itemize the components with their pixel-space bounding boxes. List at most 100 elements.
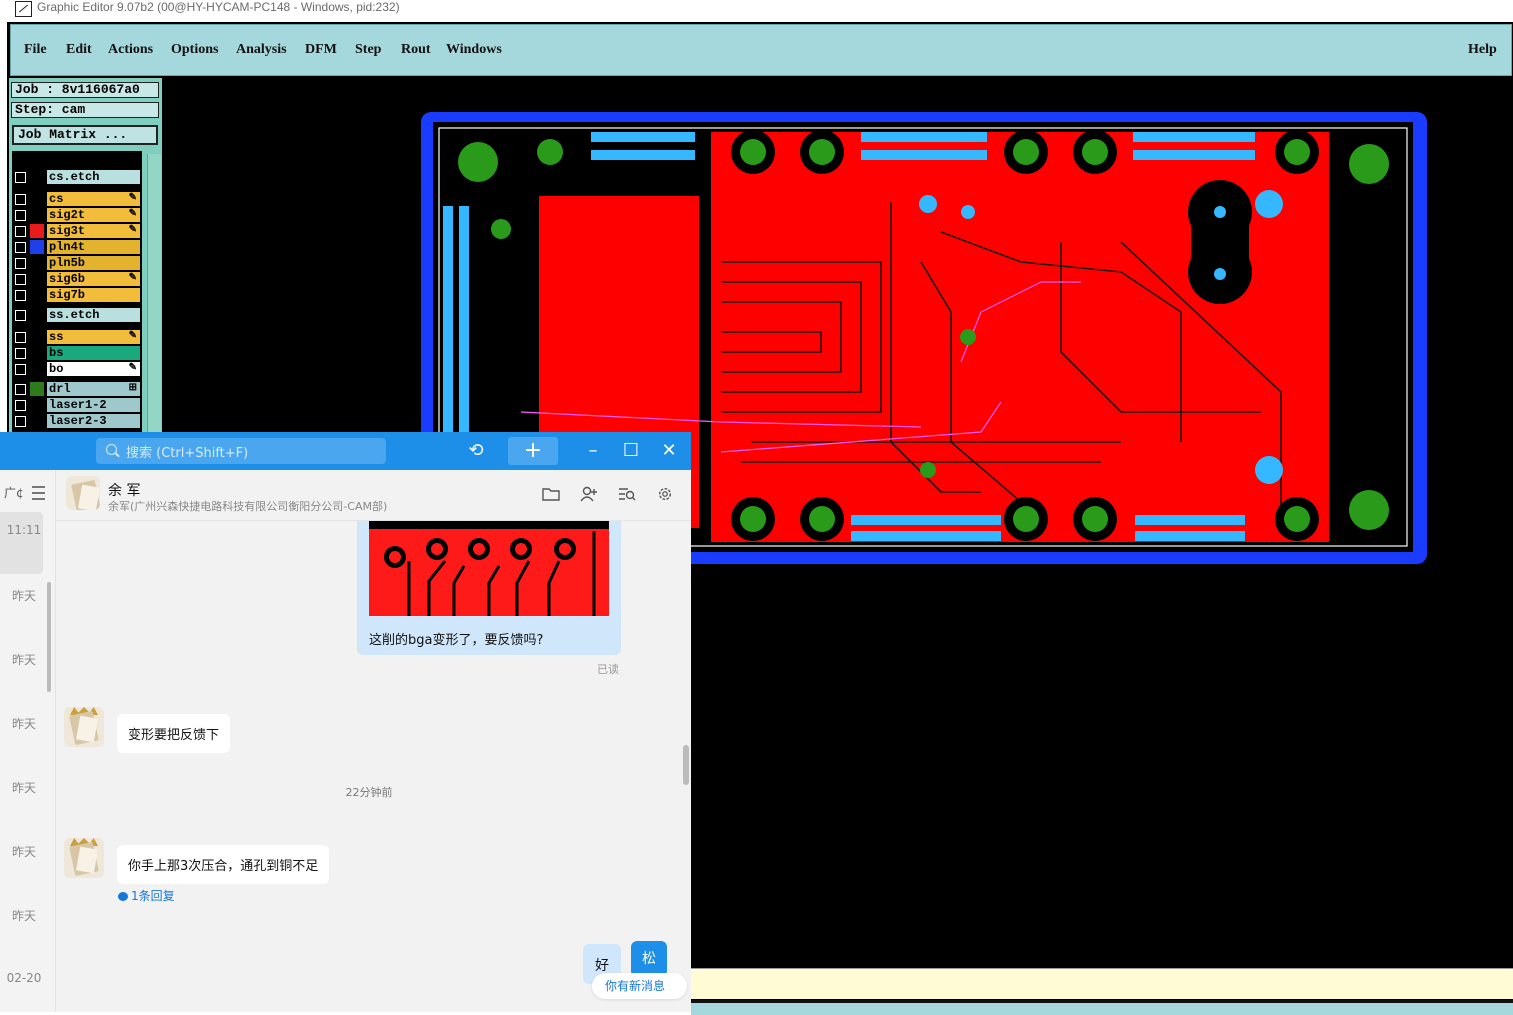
layer-name[interactable]: laser2-3 [47,414,140,428]
layer-row-sig3t[interactable]: sig3t ✎ [12,224,142,239]
session-time[interactable]: 昨天 [0,843,48,860]
reply-count[interactable]: 1条回复 [131,889,175,903]
layer-name[interactable]: ss ✎ [47,330,140,344]
layer-row-pln5b[interactable]: pln5b [12,256,142,271]
gear-icon[interactable] [656,486,674,502]
layer-row-sig6b[interactable]: sig6b ✎ [12,272,142,287]
folder-icon[interactable] [542,486,560,502]
add-member-icon[interactable] [580,486,598,502]
layer-row-ss.etch[interactable]: ss.etch [12,308,142,323]
new-message-button[interactable]: 你有新消息 [592,973,687,999]
layer-row-sig7b[interactable]: sig7b [12,288,142,303]
layer-name[interactable]: laser1-2 [47,398,140,412]
layer-name[interactable]: bo ✎ [47,362,140,376]
menu-options[interactable]: Options [171,42,218,58]
layer-color-swatch[interactable] [30,272,44,286]
layer-row-sig2t[interactable]: sig2t ✎ [12,208,142,223]
menu-analysis[interactable]: Analysis [236,42,287,58]
layer-row-bo[interactable]: bo ✎ [12,362,142,377]
menu-actions[interactable]: Actions [108,42,153,58]
message-bubble[interactable]: 变形要把反馈下 [117,714,231,753]
search-box[interactable]: 搜索 (Ctrl+Shift+F) [96,438,386,464]
session-time[interactable]: 昨天 [0,587,48,604]
layer-name[interactable]: drl ⊞ [47,382,140,396]
add-button[interactable]: + [508,437,558,465]
layer-name[interactable]: cs ✎ [47,192,140,206]
close-button[interactable]: ✕ [658,437,680,465]
layer-row-cs[interactable]: cs ✎ [12,192,142,207]
layer-color-swatch[interactable] [30,240,44,254]
menu-windows[interactable]: Windows [446,42,502,58]
image-message[interactable]: 这削的bga变形了，要反馈吗? [357,521,621,655]
menu-help[interactable]: Help [1468,42,1497,58]
layer-checkbox[interactable] [15,400,26,411]
avatar[interactable] [64,707,104,747]
layer-name[interactable]: sig3t ✎ [47,224,140,238]
job-matrix-button[interactable]: Job Matrix ... [12,125,158,145]
layer-color-swatch[interactable] [30,330,44,344]
layer-checkbox[interactable] [15,194,26,205]
layer-checkbox[interactable] [15,226,26,237]
layer-row-laser1-2[interactable]: laser1-2 [12,398,142,413]
layer-checkbox[interactable] [15,310,26,321]
history-icon[interactable]: ⟲ [464,437,488,465]
layer-name[interactable]: pln4t [47,240,140,254]
layer-name[interactable]: sig6b ✎ [47,272,140,286]
layer-color-swatch[interactable] [30,224,44,238]
session-item-active[interactable] [0,512,43,574]
layer-row-bs[interactable]: bs [12,346,142,361]
search-input[interactable]: 搜索 (Ctrl+Shift+F) [126,442,248,461]
reply-thread-link[interactable]: 1条回复 [118,887,175,904]
layer-name[interactable]: ss.etch [47,308,140,322]
layer-color-swatch[interactable] [30,398,44,412]
layer-color-swatch[interactable] [30,382,44,396]
layer-row-drl[interactable]: drl ⊞ [12,382,142,397]
layer-color-swatch[interactable] [30,192,44,206]
message-bubble[interactable]: 你手上那3次压合，通孔到铜不足 [117,845,330,884]
avatar[interactable] [66,476,100,510]
layer-checkbox[interactable] [15,416,26,427]
session-scrollbar[interactable] [47,582,51,692]
layer-color-swatch[interactable] [30,362,44,376]
session-time[interactable]: 昨天 [0,651,48,668]
avatar[interactable] [64,838,104,878]
layer-name[interactable]: pln5b [47,256,140,270]
layer-name[interactable]: cs.etch [47,170,140,184]
layer-checkbox[interactable] [15,384,26,395]
layer-checkbox[interactable] [15,172,26,183]
layer-color-swatch[interactable] [30,414,44,428]
layer-row-cs.etch[interactable]: cs.etch [12,170,142,185]
layer-row-ss[interactable]: ss ✎ [12,330,142,345]
layer-color-swatch[interactable] [30,170,44,184]
menu-rout[interactable]: Rout [401,42,431,58]
layer-checkbox[interactable] [15,210,26,221]
layer-name[interactable]: bs [47,346,140,360]
menu-icon[interactable] [32,486,45,500]
layer-checkbox[interactable] [15,332,26,343]
menu-step[interactable]: Step [355,42,381,58]
menu-dfm[interactable]: DFM [305,42,337,58]
layer-color-swatch[interactable] [30,256,44,270]
layer-color-swatch[interactable] [30,346,44,360]
session-time[interactable]: 昨天 [0,779,48,796]
layer-name[interactable]: sig7b [47,288,140,302]
session-time[interactable]: 02-20 [0,971,48,985]
session-time[interactable]: 昨天 [0,715,48,732]
layer-color-swatch[interactable] [30,308,44,322]
layer-checkbox[interactable] [15,290,26,301]
menu-file[interactable]: File [24,42,47,58]
layer-checkbox[interactable] [15,242,26,253]
session-time[interactable]: 昨天 [0,907,48,924]
layer-name[interactable]: sig2t ✎ [47,208,140,222]
layer-checkbox[interactable] [15,348,26,359]
layer-list-scrollbar[interactable] [147,154,161,438]
menu-edit[interactable]: Edit [66,42,92,58]
layer-row-laser2-3[interactable]: laser2-3 [12,414,142,429]
layer-checkbox[interactable] [15,258,26,269]
session-time[interactable]: 11:11 [0,523,48,537]
layer-color-swatch[interactable] [30,288,44,302]
my-avatar[interactable]: 松 [631,941,667,977]
message-scrollbar[interactable] [683,745,689,785]
bga-image-thumbnail[interactable] [369,521,609,616]
layer-checkbox[interactable] [15,274,26,285]
